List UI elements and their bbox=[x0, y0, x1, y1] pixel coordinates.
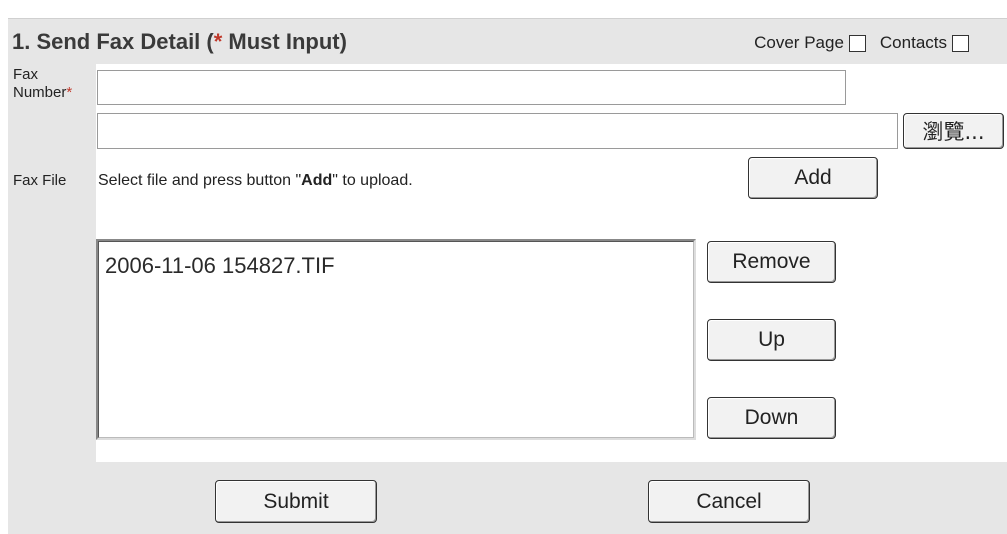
fax-form-page: 1. Send Fax Detail (* Must Input) Cover … bbox=[0, 0, 1007, 534]
browse-button[interactable]: 瀏覽... bbox=[903, 113, 1004, 149]
submit-button[interactable]: Submit bbox=[215, 480, 377, 523]
move-down-button[interactable]: Down bbox=[707, 397, 836, 439]
fax-number-label: Fax Number* bbox=[13, 66, 72, 102]
section-title-tail: Must Input) bbox=[222, 29, 347, 54]
list-item[interactable]: 2006-11-06 154827.TIF bbox=[105, 253, 335, 279]
cover-page-label: Cover Page bbox=[754, 33, 844, 52]
file-path-input[interactable] bbox=[97, 113, 898, 149]
fax-file-list[interactable]: 2006-11-06 154827.TIF bbox=[96, 239, 696, 440]
upload-hint: Select file and press button "Add" to up… bbox=[98, 172, 413, 190]
header-options: Cover Page Contacts bbox=[754, 33, 969, 53]
cancel-button[interactable]: Cancel bbox=[648, 480, 810, 523]
remove-button[interactable]: Remove bbox=[707, 241, 836, 283]
section-title-text: 1. Send Fax Detail ( bbox=[12, 29, 214, 54]
upload-hint-bold: Add bbox=[301, 172, 333, 189]
contacts-label: Contacts bbox=[879, 33, 947, 52]
section-title: 1. Send Fax Detail (* Must Input) bbox=[12, 29, 347, 55]
fax-number-label-line2: Number bbox=[13, 84, 67, 101]
contacts-checkbox[interactable] bbox=[952, 34, 969, 52]
section-header: 1. Send Fax Detail (* Must Input) Cover … bbox=[8, 18, 1007, 65]
label-column bbox=[8, 64, 96, 462]
add-button[interactable]: Add bbox=[748, 157, 878, 199]
fax-number-label-line1: Fax bbox=[13, 66, 39, 83]
fax-file-label: Fax File bbox=[13, 172, 67, 189]
move-up-button[interactable]: Up bbox=[707, 319, 836, 361]
form-footer bbox=[8, 462, 1007, 534]
cover-page-checkbox[interactable] bbox=[848, 34, 866, 52]
required-asterisk: * bbox=[213, 29, 223, 54]
upload-hint-suffix: " to upload. bbox=[332, 172, 413, 189]
upload-hint-prefix: Select file and press button " bbox=[98, 172, 302, 189]
fax-file-list-inner: 2006-11-06 154827.TIF bbox=[98, 241, 694, 438]
fax-number-required-mark: * bbox=[66, 84, 73, 101]
fax-number-input[interactable] bbox=[97, 70, 846, 105]
